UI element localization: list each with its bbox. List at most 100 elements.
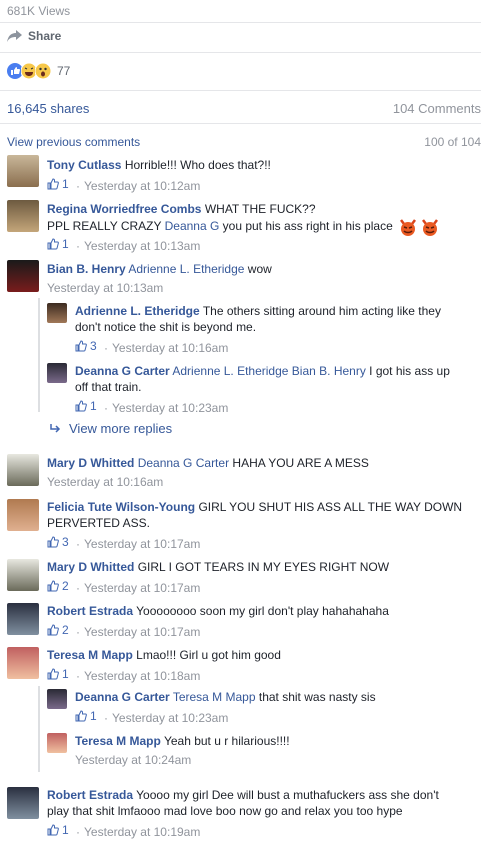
share-button[interactable]: Share	[7, 29, 61, 43]
comment-time[interactable]: Yesterday at 10:16am	[112, 341, 228, 355]
comments-count[interactable]: 104 Comments	[393, 101, 481, 116]
avatar[interactable]	[47, 363, 67, 383]
comment-time[interactable]: Yesterday at 10:13am	[84, 239, 200, 253]
comment-meta: Yesterday at 10:24am	[75, 753, 191, 767]
avatar[interactable]	[7, 559, 39, 591]
avatar[interactable]	[47, 303, 67, 323]
comment-meta: 3 · Yesterday at 10:17am	[47, 535, 200, 551]
like-count[interactable]: 1	[75, 399, 97, 413]
commenter-name[interactable]: Teresa M Mapp	[47, 648, 133, 662]
comment: Bian B. Henry Adrienne L. Etheridge wow	[47, 262, 272, 276]
thumb-up-icon	[47, 536, 59, 548]
avatar[interactable]	[47, 689, 67, 709]
like-count[interactable]: 3	[47, 535, 69, 549]
comment-meta: 1 · Yesterday at 10:23am	[75, 709, 228, 725]
avatar[interactable]	[7, 454, 39, 486]
views-count: 681K Views	[7, 4, 71, 18]
comment-meta: Yesterday at 10:13am	[47, 281, 163, 295]
commenter-name[interactable]: Regina Worriedfree Combs	[47, 202, 201, 216]
comment-time[interactable]: Yesterday at 10:17am	[84, 537, 200, 551]
comment-meta: 1 · Yesterday at 10:23am	[75, 399, 228, 415]
reaction-count: 77	[57, 64, 71, 78]
avatar[interactable]	[47, 733, 67, 753]
commenter-name[interactable]: Teresa M Mapp	[75, 734, 161, 748]
commenter-name[interactable]: Bian B. Henry	[47, 262, 126, 276]
reply-thread-line	[38, 298, 40, 412]
commenter-name[interactable]: Robert Estrada	[47, 604, 133, 618]
devil-emoji-icon	[400, 219, 417, 236]
mention-link[interactable]: Teresa M Mapp	[173, 690, 256, 704]
avatar[interactable]	[7, 647, 39, 679]
comment-time[interactable]: Yesterday at 10:23am	[112, 711, 228, 725]
comment: Teresa M Mapp Lmao!!! Girl u got him goo…	[47, 648, 281, 662]
commenter-name[interactable]: Tony Cutlass	[47, 158, 121, 172]
like-count[interactable]: 1	[47, 667, 69, 681]
comment: Robert Estrada Yoooo my girl Dee will bu…	[47, 788, 439, 818]
comment: Mary D Whitted Deanna G Carter HAHA YOU …	[47, 456, 369, 470]
like-count[interactable]: 1	[47, 823, 69, 837]
reply: Deanna G Carter Teresa M Mapp that shit …	[75, 690, 376, 704]
thumb-up-icon	[47, 178, 59, 190]
avatar[interactable]	[7, 603, 39, 635]
reactions-summary[interactable]: 77	[7, 63, 70, 79]
comment-meta: 1 · Yesterday at 10:12am	[47, 177, 200, 193]
avatar[interactable]	[7, 260, 39, 292]
comment: Mary D Whitted GIRL I GOT TEARS IN MY EY…	[47, 560, 390, 574]
mention-link[interactable]: Deanna G Carter	[138, 456, 229, 470]
comment-time[interactable]: Yesterday at 10:23am	[112, 401, 228, 415]
reply: Deanna G Carter Adrienne L. Etheridge Bi…	[75, 364, 450, 394]
thumb-up-icon	[75, 340, 87, 352]
comment-meta: 1 · Yesterday at 10:13am	[47, 237, 200, 253]
like-count[interactable]: 3	[75, 339, 97, 353]
share-icon	[7, 30, 22, 42]
wow-reaction-icon	[35, 63, 51, 79]
thumb-up-icon	[47, 624, 59, 636]
thumb-up-icon	[47, 824, 59, 836]
commenter-name[interactable]: Adrienne L. Etheridge	[75, 304, 200, 318]
commenter-name[interactable]: Mary D Whitted	[47, 560, 134, 574]
comment-time[interactable]: Yesterday at 10:12am	[84, 179, 200, 193]
comment: Robert Estrada Yoooooooo soon my girl do…	[47, 604, 389, 618]
comment-time[interactable]: Yesterday at 10:19am	[84, 825, 200, 839]
view-previous-comments[interactable]: View previous comments	[7, 135, 140, 149]
comments-paging: 100 of 104	[424, 135, 481, 149]
comment: Regina Worriedfree Combs WHAT THE FUCK??…	[47, 201, 467, 237]
devil-emoji-icon	[422, 219, 439, 236]
thumb-up-icon	[47, 580, 59, 592]
mention-link[interactable]: Deanna G	[165, 219, 220, 233]
mention-link[interactable]: Adrienne L. Etheridge	[128, 262, 244, 276]
mention-link[interactable]: Adrienne L. Etheridge Bian B. Henry	[172, 364, 365, 378]
comment-time[interactable]: Yesterday at 10:13am	[47, 281, 163, 295]
like-count[interactable]: 2	[47, 579, 69, 593]
like-count[interactable]: 1	[47, 237, 69, 251]
commenter-name[interactable]: Robert Estrada	[47, 788, 133, 802]
avatar[interactable]	[7, 787, 39, 819]
avatar[interactable]	[7, 155, 39, 187]
commenter-name[interactable]: Felicia Tute Wilson-Young	[47, 500, 195, 514]
commenter-name[interactable]: Deanna G Carter	[75, 364, 170, 378]
commenter-name[interactable]: Mary D Whitted	[47, 456, 134, 470]
commenter-name[interactable]: Deanna G Carter	[75, 690, 170, 704]
reply-arrow-icon	[50, 423, 61, 433]
view-more-replies[interactable]: View more replies	[50, 421, 172, 436]
comment-time[interactable]: Yesterday at 10:18am	[84, 669, 200, 683]
comment-time[interactable]: Yesterday at 10:16am	[47, 475, 163, 489]
comment-meta: Yesterday at 10:16am	[47, 475, 163, 489]
thumb-up-icon	[75, 710, 87, 722]
like-count[interactable]: 1	[75, 709, 97, 723]
shares-count[interactable]: 16,645 shares	[7, 101, 89, 116]
comment: Tony Cutlass Horrible!!! Who does that?!…	[47, 157, 467, 173]
like-count[interactable]: 1	[47, 177, 69, 191]
comment-meta: 2 · Yesterday at 10:17am	[47, 623, 200, 639]
comment-meta: 1 · Yesterday at 10:19am	[47, 823, 200, 839]
comment-time[interactable]: Yesterday at 10:17am	[84, 581, 200, 595]
reply-thread-line	[38, 686, 40, 772]
avatar[interactable]	[7, 499, 39, 531]
like-count[interactable]: 2	[47, 623, 69, 637]
avatar[interactable]	[7, 200, 39, 232]
comment-time[interactable]: Yesterday at 10:17am	[84, 625, 200, 639]
comment-meta: 1 · Yesterday at 10:18am	[47, 667, 200, 683]
comment-meta: 2 · Yesterday at 10:17am	[47, 579, 200, 595]
comment-time[interactable]: Yesterday at 10:24am	[75, 753, 191, 767]
reply: Adrienne L. Etheridge The others sitting…	[75, 304, 441, 334]
